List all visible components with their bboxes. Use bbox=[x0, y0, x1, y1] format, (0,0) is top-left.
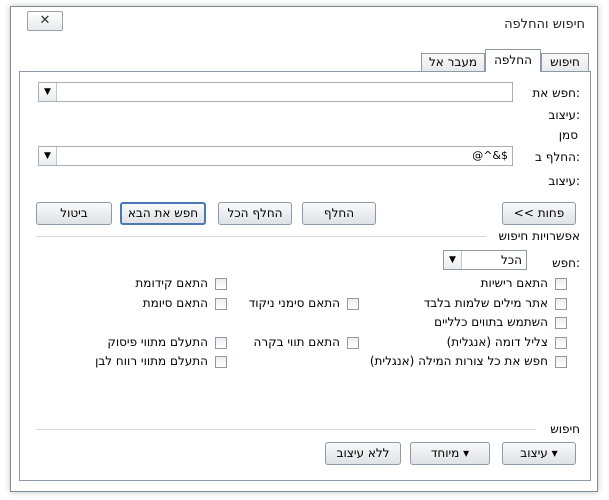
format-button-label: עיצוב bbox=[520, 446, 548, 460]
match-prefix-checkbox[interactable] bbox=[215, 278, 227, 290]
find-what-label: חפש את: bbox=[532, 86, 580, 100]
sounds-like-checkbox[interactable] bbox=[555, 337, 567, 349]
close-icon: ✕ bbox=[39, 13, 51, 28]
all-word-forms-checkbox[interactable] bbox=[555, 356, 567, 368]
all-word-forms-label: חפש את כל צורות המילה (אנגלית) bbox=[369, 354, 548, 368]
special-button[interactable]: מיוחד ▾ bbox=[410, 442, 490, 465]
replace-with-value: @^&$ bbox=[472, 149, 508, 162]
replace-with-label: החלף ב: bbox=[535, 150, 580, 164]
replace-with-input[interactable]: ▼ @^&$ bbox=[38, 146, 513, 166]
ignore-punctuation-checkbox[interactable] bbox=[215, 337, 227, 349]
match-diacritics-checkbox[interactable] bbox=[347, 298, 359, 310]
search-options-divider bbox=[36, 236, 486, 237]
less-button[interactable]: << פחות bbox=[502, 202, 576, 225]
match-prefix-label: התאם קידומת bbox=[135, 276, 208, 290]
replace-section-title: חיפוש bbox=[550, 422, 580, 436]
search-direction-value: הכל bbox=[500, 253, 522, 267]
wildcards-checkbox[interactable] bbox=[555, 317, 567, 329]
replace-dropdown-icon[interactable]: ▼ bbox=[39, 147, 57, 165]
tab-find[interactable]: חיפוש bbox=[541, 53, 589, 72]
title-bar: חיפוש והחלפה ✕ bbox=[11, 7, 597, 41]
tab-strip: חיפוש החלפה מעבר אל bbox=[11, 49, 597, 72]
dialog-title: חיפוש והחלפה bbox=[504, 17, 585, 32]
close-button[interactable]: ✕ bbox=[27, 11, 63, 31]
ignore-whitespace-label: התעלם מתווי רווח לבן bbox=[95, 354, 208, 368]
search-direction-select[interactable]: ▼ הכל bbox=[443, 250, 527, 270]
replace-all-button[interactable]: החלף הכל bbox=[218, 202, 292, 225]
match-case-checkbox[interactable] bbox=[555, 278, 567, 290]
no-formatting-button[interactable]: ללא עיצוב bbox=[325, 442, 401, 465]
wildcards-label: השתמש בתווים כלליים bbox=[434, 315, 548, 329]
replace-format-label: עיצוב: bbox=[548, 174, 580, 188]
replace-button[interactable]: החלף bbox=[302, 202, 376, 225]
cancel-button[interactable]: ביטול bbox=[36, 202, 112, 225]
match-suffix-checkbox[interactable] bbox=[215, 298, 227, 310]
match-case-label: התאם רישיות bbox=[480, 276, 548, 290]
format-button[interactable]: עיצוב ▾ bbox=[502, 442, 576, 465]
special-button-label: מיוחד bbox=[430, 446, 460, 460]
replace-tab-panel: חפש את: ▼ עיצוב: סמן החלף ב: ▼ @^&$ עיצו… bbox=[19, 71, 591, 481]
find-format-label: עיצוב: bbox=[548, 108, 580, 122]
search-options-title: אפשרויות חיפוש bbox=[498, 229, 580, 243]
chevron-down-icon: ▾ bbox=[463, 446, 470, 460]
match-diacritics-label: התאם סימני ניקוד bbox=[248, 296, 340, 310]
chevron-down-icon: ▾ bbox=[551, 446, 558, 460]
ignore-whitespace-checkbox[interactable] bbox=[215, 356, 227, 368]
find-what-input[interactable]: ▼ bbox=[38, 82, 513, 102]
sounds-like-label: צליל דומה (אנגלית) bbox=[446, 335, 548, 349]
chevron-down-icon[interactable]: ▼ bbox=[444, 251, 462, 269]
replace-section-divider bbox=[36, 429, 536, 430]
find-format-value: סמן bbox=[558, 128, 578, 142]
match-kashida-checkbox[interactable] bbox=[347, 337, 359, 349]
find-next-button[interactable]: חפש את הבא bbox=[120, 202, 206, 225]
find-dropdown-icon[interactable]: ▼ bbox=[39, 83, 57, 101]
tab-replace[interactable]: החלפה bbox=[485, 49, 541, 72]
whole-words-checkbox[interactable] bbox=[555, 298, 567, 310]
ignore-punctuation-label: התעלם מתווי פיסוק bbox=[107, 335, 208, 349]
whole-words-label: אתר מילים שלמות בלבד bbox=[423, 296, 548, 310]
match-suffix-label: התאם סיומת bbox=[142, 296, 208, 310]
match-kashida-label: התאם תווי בקרה bbox=[253, 335, 340, 349]
find-replace-dialog: חיפוש והחלפה ✕ חיפוש החלפה מעבר אל חפש א… bbox=[10, 6, 598, 492]
tab-goto[interactable]: מעבר אל bbox=[421, 53, 485, 72]
search-direction-label: חפש: bbox=[552, 256, 580, 270]
